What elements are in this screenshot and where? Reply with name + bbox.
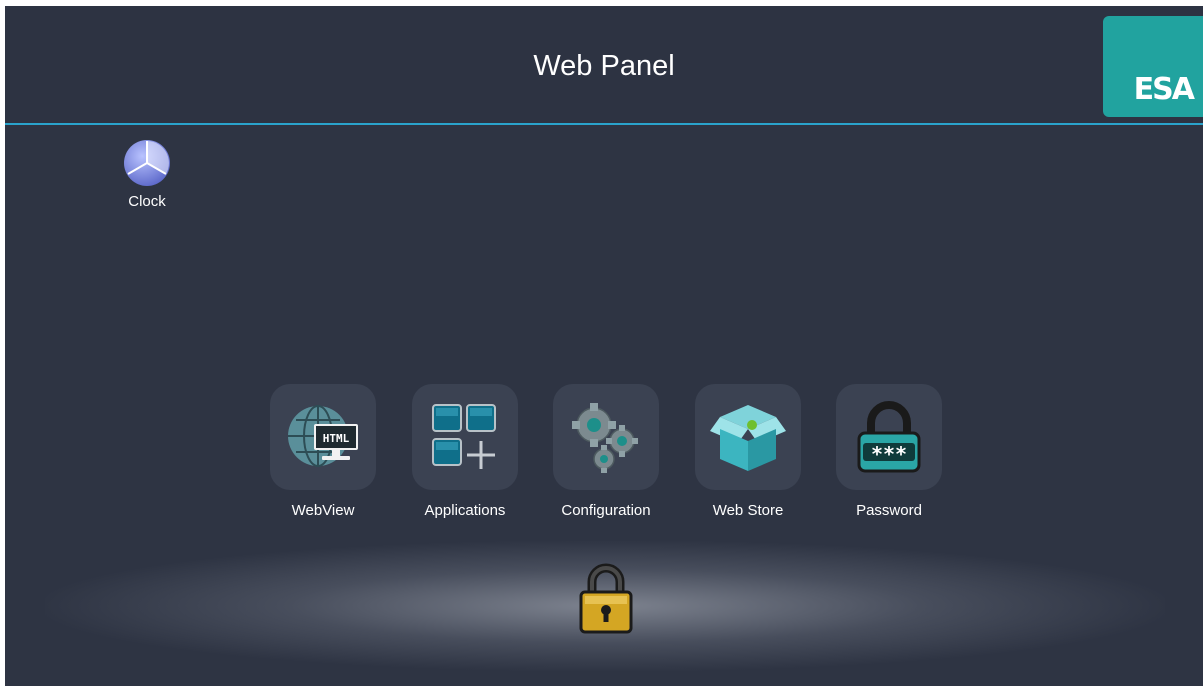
dock-item-configuration[interactable]: Configuration [536, 384, 676, 519]
configuration-tile [553, 384, 659, 490]
page-title: Web Panel [533, 50, 675, 82]
dock-item-webview[interactable]: HTML WebView [253, 384, 393, 519]
dock-label-applications: Applications [424, 502, 506, 519]
header-bar: Web Panel ESA [5, 6, 1203, 125]
dock-label-password: Password [856, 502, 922, 519]
store-box-icon [710, 405, 786, 471]
password-mask-text: *** [871, 442, 907, 466]
panel-screen: Web Panel ESA Clock HTML WebView Applica… [5, 6, 1203, 686]
apps-grid-icon [432, 404, 496, 469]
html-badge-text: HTML [323, 432, 350, 445]
dock-label-configuration: Configuration [561, 502, 651, 519]
clock-shortcut[interactable]: Clock [117, 139, 177, 210]
applications-tile [412, 384, 518, 490]
html-globe-icon: HTML [288, 405, 358, 467]
clock-icon [124, 140, 170, 186]
padlock-password-icon: *** [857, 401, 921, 473]
dock-item-password[interactable]: *** Password [819, 384, 959, 519]
logo-text: ESA [1133, 72, 1195, 107]
web-store-tile [695, 384, 801, 490]
dock-item-web-store[interactable]: Web Store [678, 384, 818, 519]
padlock-icon [579, 563, 633, 634]
webview-tile: HTML [270, 384, 376, 490]
esa-logo: ESA [1103, 16, 1203, 117]
password-tile: *** [836, 384, 942, 490]
clock-label: Clock [128, 193, 166, 210]
dock-item-applications[interactable]: Applications [395, 384, 535, 519]
dock-label-webview: WebView [291, 502, 355, 519]
dock-label-web-store: Web Store [712, 502, 784, 519]
lock-button[interactable] [578, 562, 634, 634]
gears-icon [572, 403, 638, 473]
